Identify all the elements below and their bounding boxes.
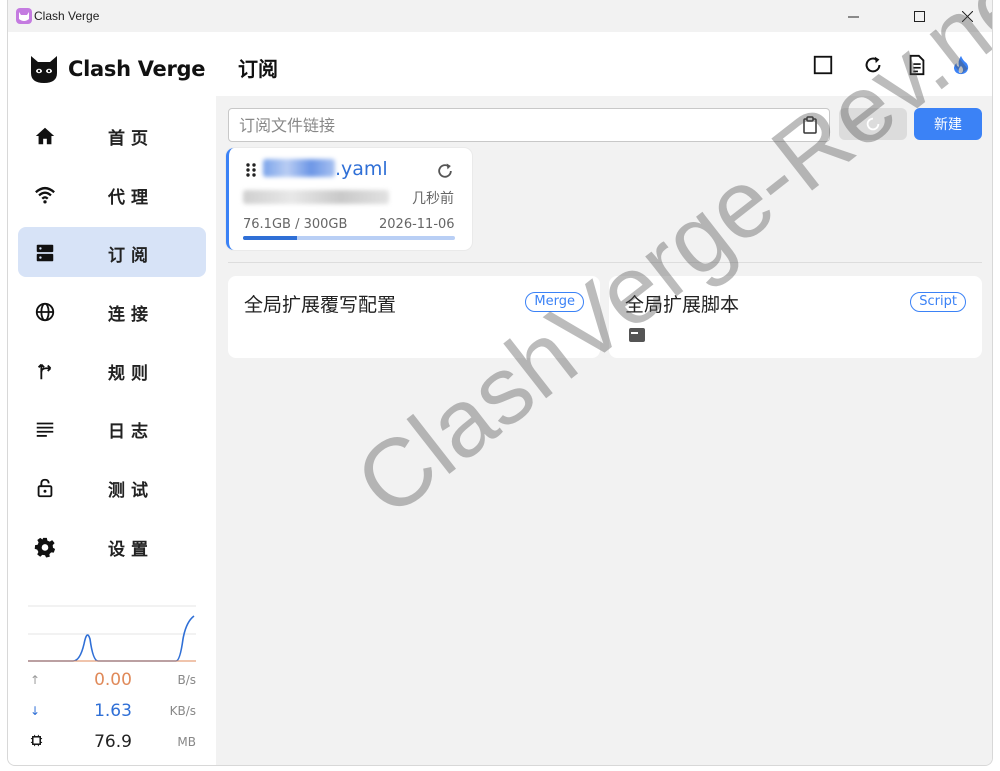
sidebar-item-label: 代理 [108,187,154,208]
page-header: 订阅 [216,32,992,96]
paste-clipboard-icon[interactable] [801,116,819,134]
upload-arrow-icon: ↑ [30,673,41,687]
sidebar-item-label: 设置 [108,539,154,560]
gear-icon [34,536,56,558]
app-logo: Clash Verge [28,52,206,86]
new-profile-button[interactable]: 新建 [914,108,982,140]
sidebar-item-proxy[interactable]: 代理 [18,169,206,219]
sidebar-item-label: 测试 [108,481,154,502]
global-merge-title: 全局扩展覆写配置 [244,294,397,316]
sidebar-item-label: 规则 [108,363,154,384]
list-icon [34,418,56,440]
global-script-card[interactable]: 全局扩展脚本 Script [609,276,982,358]
main-content: 订阅 新建 .yaml [216,0,992,765]
close-button[interactable] [944,0,990,32]
section-divider [228,262,982,263]
global-script-title: 全局扩展脚本 [625,294,740,316]
download-unit: KB/s [169,704,196,718]
wifi-icon [34,184,56,206]
memory-chip-icon [30,734,43,750]
sidebar-item-label: 日志 [108,422,154,443]
upload-speed: ↑ 0.00 B/s [28,670,198,692]
memory-value: 76.9 [94,732,132,752]
view-config-button[interactable] [904,52,930,78]
traffic-graph [28,605,196,662]
sidebar-item-label: 首页 [108,129,154,149]
sidebar: Clash Verge 首页 代理 订阅 连接 规则 日志 测试 设置 ↑ 0.… [8,32,216,765]
download-arrow-icon: ↓ [30,704,41,718]
minimize-button[interactable] [830,0,876,32]
memory-unit: MB [177,735,196,749]
sidebar-item-label: 订阅 [108,246,154,267]
sidebar-item-subscriptions[interactable]: 订阅 [18,227,206,278]
server-icon [34,242,56,264]
page-title: 订阅 [238,57,278,81]
minimize-icon [847,16,859,17]
script-file-icon [629,328,645,342]
sidebar-item-label: 连接 [108,305,154,326]
refresh-profile-icon[interactable] [435,161,455,181]
redacted-host [243,190,389,204]
upload-unit: B/s [177,673,196,687]
memory-usage: 76.9 MB [28,732,198,754]
sidebar-item-home[interactable]: 首页 [18,110,206,160]
sidebar-item-test[interactable]: 测试 [18,462,206,512]
profile-updated-time: 几秒前 [412,191,454,207]
redacted-name [263,159,335,177]
maximize-button[interactable] [896,0,942,32]
reactivate-button[interactable] [948,52,974,78]
refresh-icon [865,56,881,73]
sidebar-item-settings[interactable]: 设置 [18,521,206,571]
merge-badge: Merge [525,292,584,312]
globe-icon [34,301,56,323]
window-title: Clash Verge [34,9,100,23]
cat-logo-icon [31,56,57,83]
profile-usage: 76.1GB / 300GB [243,217,348,232]
app-window: Clash Verge Clash Verge 首页 代理 订阅 连接 规则 日… [7,0,993,766]
sidebar-item-logs[interactable]: 日志 [18,403,206,453]
download-speed: ↓ 1.63 KB/s [28,701,198,723]
profile-card[interactable]: .yaml 几秒前 76.1GB / 300GB 2026-11-06 [226,148,472,250]
download-value: 1.63 [94,701,132,721]
drag-handle-icon[interactable] [245,162,257,178]
title-bar: Clash Verge [8,0,992,32]
app-icon [16,8,32,24]
subscription-url-input[interactable] [229,109,779,141]
usage-progress-fill [243,236,297,240]
refresh-all-button[interactable] [860,52,886,78]
sidebar-item-connections[interactable]: 连接 [18,286,206,336]
maximize-icon [913,10,925,22]
lock-icon [34,477,56,499]
profile-expire-date: 2026-11-06 [379,217,455,232]
document-icon [909,54,925,76]
close-icon [961,10,973,22]
square-icon [813,55,833,75]
usage-progress-bar [243,236,455,240]
fire-icon [953,55,969,75]
sidebar-item-rules[interactable]: 规则 [18,345,206,395]
upload-value: 0.00 [94,670,132,690]
global-merge-card[interactable]: 全局扩展覆写配置 Merge [228,276,600,358]
profile-name: .yaml [263,158,388,180]
select-toggle-button[interactable] [810,52,836,78]
fork-arrow-icon [34,360,56,382]
app-name: Clash Verge [68,57,206,81]
home-icon [34,125,56,147]
loading-spinner-icon [866,117,880,131]
import-button[interactable] [839,108,907,140]
subscription-url-field[interactable] [228,108,830,142]
script-badge: Script [910,292,966,312]
sidebar-nav: 首页 代理 订阅 连接 规则 日志 测试 设置 [18,110,206,580]
